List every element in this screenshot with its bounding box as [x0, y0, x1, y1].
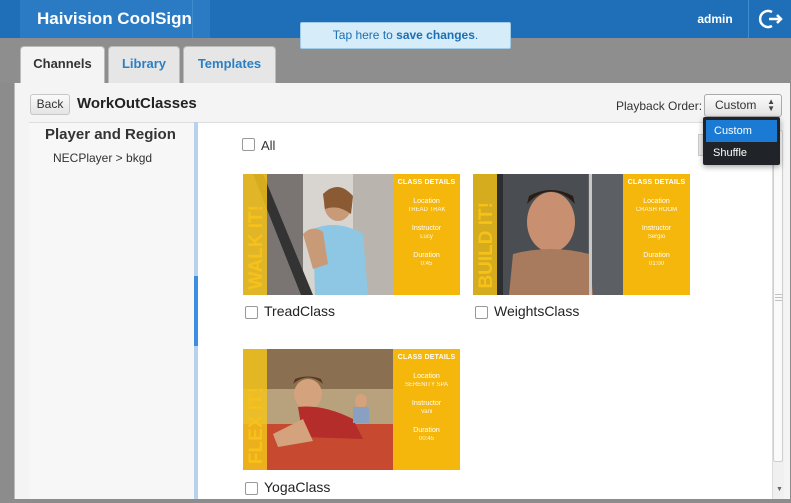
media-card-yoga[interactable]: FLEX IT! CLASS DETAILS Location SERENITY…	[243, 349, 460, 470]
card-name: WeightsClass	[494, 303, 580, 319]
tab-library[interactable]: Library	[108, 46, 180, 83]
instructor-label: Instructor	[411, 225, 442, 232]
media-card-weights[interactable]: BUILD IT! CLASS DETAILS Location CRASH R…	[473, 174, 690, 295]
instructor-label: Instructor	[641, 225, 672, 232]
brand-logo: Haivision CoolSign	[20, 0, 210, 38]
duration-label: Duration	[643, 252, 670, 259]
page-title: WorkOutClasses	[77, 95, 197, 112]
playback-order-value: Custom	[715, 98, 757, 112]
select-all-label: All	[261, 138, 276, 153]
duration-value: 01:00	[648, 261, 664, 267]
instructor-value: Sergio	[647, 234, 666, 240]
logout-button[interactable]	[749, 0, 791, 38]
location-value: TREAD TRAK	[407, 207, 446, 213]
option-shuffle[interactable]: Shuffle	[703, 142, 780, 164]
card-checkbox[interactable]	[245, 482, 258, 495]
card-checkbox[interactable]	[475, 306, 488, 319]
divider	[192, 0, 193, 38]
updown-arrows-icon: ▲ ▼	[767, 97, 775, 113]
instructor-label: Instructor	[411, 400, 442, 407]
location-label: Location	[643, 198, 670, 205]
banner-text-suffix: .	[474, 28, 479, 42]
duration-value: 00:45	[418, 436, 434, 442]
playback-order-select[interactable]: Custom ▲ ▼	[704, 94, 782, 117]
playback-order-label: Playback Order:	[616, 99, 703, 113]
media-card-tread[interactable]: WALK IT! CLASS DETAILS Location TREAD TR…	[243, 174, 460, 295]
class-details: CLASS DETAILS Location CRASH ROOM Instru…	[623, 174, 690, 295]
card-name: YogaClass	[264, 479, 331, 495]
scroll-grip-icon: — — —	[775, 291, 782, 304]
details-header: CLASS DETAILS	[397, 179, 456, 186]
back-button[interactable]: Back	[30, 94, 70, 115]
duration-label: Duration	[413, 427, 440, 434]
duration-label: Duration	[413, 252, 440, 259]
card-word: BUILD IT!	[476, 202, 497, 289]
scroll-down-icon[interactable]: ▼	[776, 486, 783, 493]
banner-text-bold: save changes	[396, 28, 475, 42]
playback-order-dropdown: Custom Shuffle	[703, 117, 780, 165]
card-name: TreadClass	[264, 303, 336, 319]
banner-text-prefix: Tap here to	[332, 28, 397, 42]
location-value: SERENITY SPA	[404, 382, 449, 388]
tab-channels[interactable]: Channels	[20, 46, 105, 84]
select-all-checkbox[interactable]	[242, 138, 255, 151]
save-changes-banner[interactable]: Tap here to save changes.	[300, 22, 511, 49]
option-custom[interactable]: Custom	[706, 120, 777, 142]
logout-icon	[758, 9, 783, 29]
card-word: FLEX IT!	[246, 386, 267, 464]
user-menu[interactable]: admin	[682, 0, 748, 38]
class-details: CLASS DETAILS Location TREAD TRAK Instru…	[393, 174, 460, 295]
class-details: CLASS DETAILS Location SERENITY SPA Inst…	[393, 349, 460, 470]
instructor-value: Vani	[420, 409, 433, 415]
instructor-value: Lucy	[420, 234, 433, 240]
player-region-path[interactable]: NECPlayer > bkgd	[53, 151, 152, 165]
player-region-title: Player and Region	[45, 126, 176, 143]
location-label: Location	[413, 198, 440, 205]
location-value: CRASH ROOM	[635, 207, 678, 213]
card-word: WALK IT!	[246, 204, 267, 289]
tab-templates[interactable]: Templates	[183, 46, 276, 83]
location-label: Location	[413, 373, 440, 380]
player-region-pane	[29, 122, 194, 499]
duration-value: 0:45	[420, 261, 433, 267]
card-checkbox[interactable]	[245, 306, 258, 319]
details-header: CLASS DETAILS	[397, 354, 456, 361]
details-header: CLASS DETAILS	[627, 179, 686, 186]
